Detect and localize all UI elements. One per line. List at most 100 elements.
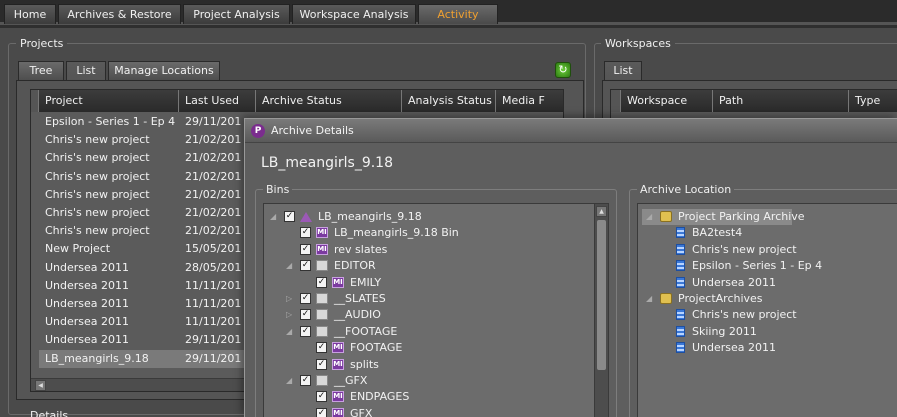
bin-checkbox[interactable]: ✓ [300,309,311,321]
project-name-cell: Chris's new project [45,206,150,219]
expand-arrow-icon[interactable]: ◢ [646,291,652,307]
bin-checkbox[interactable]: ✓ [300,260,311,272]
expand-arrow-icon[interactable]: ◢ [286,258,292,274]
scroll-left-icon[interactable]: ◀ [35,380,46,391]
bin-tree-item[interactable]: ✓ MI FOOTAGE [264,340,594,356]
bin-tree-item[interactable]: ▷ ✓ __AUDIO [264,307,594,323]
expand-arrow-icon[interactable]: ▷ [286,307,292,323]
bin-checkbox[interactable]: ✓ [316,358,327,370]
refresh-icon[interactable]: ↻ [555,62,571,78]
bin-label: LB_meangirls_9.18 Bin [334,226,459,240]
bin-tree-item[interactable]: ▷ ✓ __SLATES [264,291,594,307]
bin-label: GFX [350,406,373,417]
location-label: BA2test4 [692,226,743,240]
column-workspace[interactable]: Workspace [621,90,713,112]
tab-manage-locations[interactable]: Manage Locations [108,61,220,81]
location-label: Undersea 2011 [692,275,777,289]
bin-tree-item[interactable]: ✓ MI LB_meangirls_9.18 Bin [264,225,594,241]
location-tree-item[interactable]: Epsilon - Series 1 - Ep 4 [662,258,822,274]
bin-tree-item[interactable]: ✓ MI splits [264,357,594,373]
location-tree-item[interactable]: Skiing 2011 [662,324,802,340]
bin-icon: MI [316,227,328,239]
bin-label: ENDPAGES [350,390,410,404]
location-tree-item[interactable]: Chris's new project [662,307,802,323]
location-tree-item[interactable]: BA2test4 [662,225,802,241]
bin-checkbox[interactable]: ✓ [284,211,295,222]
folder-icon [316,375,328,386]
expand-arrow-icon[interactable]: ◢ [286,373,292,389]
bin-label: EMILY [350,275,382,289]
last-used-cell: 21/02/201 [185,224,242,238]
column-last-used[interactable]: Last Used [179,90,256,112]
column-project[interactable]: Project [39,90,179,112]
window-title: Archive Details [271,124,354,137]
project-name-cell: Chris's new project [45,187,150,201]
tab-project-analysis[interactable]: Project Analysis [183,4,290,24]
location-tree-item[interactable]: Undersea 2011 [662,275,802,291]
bin-tree-item[interactable]: ◢ ✓ LB_meangirls_9.18 [264,209,594,225]
bin-checkbox[interactable]: ✓ [300,243,311,255]
bin-tree-item[interactable]: ✓ MI ENDPAGES [264,389,594,405]
archive-details-titlebar[interactable]: P Archive Details [245,119,897,143]
bins-vscrollbar[interactable]: ▲ [594,204,608,417]
bin-checkbox[interactable]: ✓ [300,375,311,386]
column-type[interactable]: Type [849,90,897,112]
tab-activity[interactable]: Activity [418,4,498,24]
document-icon [676,243,685,255]
last-used-cell: 29/11/201 [185,351,242,365]
column-analysis-status[interactable]: Analysis Status [402,90,496,112]
bin-label: rev slates [334,242,388,256]
project-name-cell: Undersea 2011 [45,315,130,329]
tab-home[interactable]: Home [4,4,56,24]
location-label: Undersea 2011 [692,341,777,355]
archive-project-name: LB_meangirls_9.18 [261,155,393,171]
bin-tree-item[interactable]: ◢ ✓ __FOOTAGE [264,324,594,340]
bin-checkbox[interactable]: ✓ [316,276,327,288]
location-tree-item[interactable]: ◢ Project Parking Archive [642,209,805,225]
last-used-cell: 28/05/201 [185,260,242,274]
bin-tree-item[interactable]: ✓ MI rev slates [264,242,594,258]
bin-tree-item[interactable]: ✓ MI GFX [264,406,594,417]
bins-scroll-thumb[interactable] [597,220,606,370]
bin-icon: MI [332,342,344,354]
tab-workspace-analysis[interactable]: Workspace Analysis [292,4,416,24]
archive-folder-icon [660,293,672,304]
tab-workspace-list[interactable]: List [604,61,642,81]
location-tree-item[interactable]: Undersea 2011 [662,340,802,356]
bin-icon: MI [332,276,344,288]
bin-tree-item[interactable]: ◢ ✓ __GFX [264,373,594,389]
last-used-cell: 15/05/201 [185,242,242,256]
bin-tree-item[interactable]: ◢ ✓ EDITOR [264,258,594,274]
bin-tree-item[interactable]: ✓ MI EMILY [264,275,594,291]
project-name-cell: LB_meangirls_9.18 [45,351,149,365]
folder-icon [316,325,328,337]
tab-tree[interactable]: Tree [18,61,64,81]
column-path[interactable]: Path [713,90,849,112]
expand-arrow-icon[interactable]: ◢ [270,209,276,225]
project-name-cell: Chris's new project [45,169,150,183]
bin-checkbox[interactable]: ✓ [300,325,311,337]
expand-arrow-icon[interactable]: ▷ [286,291,292,307]
expand-arrow-icon[interactable]: ◢ [286,324,292,340]
bin-checkbox[interactable]: ✓ [316,391,327,403]
column-media-files[interactable]: Media F [496,90,563,112]
bin-checkbox[interactable]: ✓ [316,342,327,354]
project-name-cell: Undersea 2011 [45,278,130,292]
location-tree-item[interactable]: ◢ ProjectArchives [642,291,792,307]
bin-icon: MI [332,358,344,370]
document-icon [676,325,685,337]
document-icon [676,260,685,272]
tab-list[interactable]: List [66,61,106,81]
tab-archives-restore[interactable]: Archives & Restore [58,4,181,24]
bin-checkbox[interactable]: ✓ [316,407,327,417]
bin-checkbox[interactable]: ✓ [300,293,311,304]
bin-label: __AUDIO [334,308,381,322]
scroll-up-icon[interactable]: ▲ [596,206,607,217]
location-tree-item[interactable]: Chris's new project [662,242,802,258]
expand-arrow-icon[interactable]: ◢ [646,209,652,225]
bin-checkbox[interactable]: ✓ [300,227,311,239]
document-icon [676,342,685,354]
folder-icon [316,260,328,272]
column-archive-status[interactable]: Archive Status [256,90,402,112]
bin-label: __SLATES [334,292,386,305]
